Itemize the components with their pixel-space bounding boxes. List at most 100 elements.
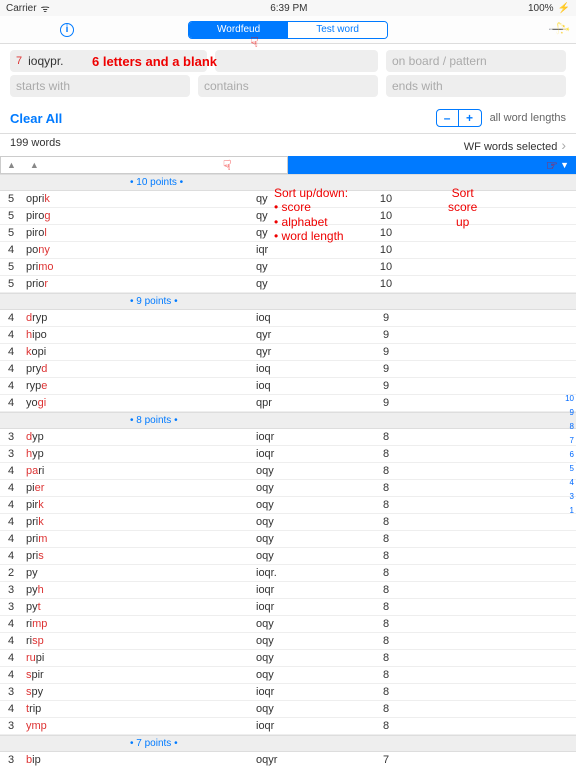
- result-row[interactable]: 3hypioqr8: [0, 446, 576, 463]
- length-stepper[interactable]: – +: [436, 109, 482, 127]
- result-row[interactable]: 3pyhioqr8: [0, 582, 576, 599]
- row-score: 8: [326, 584, 446, 596]
- row-remaining: oqy: [256, 465, 326, 477]
- result-row[interactable]: 4prydioq9: [0, 361, 576, 378]
- row-length: 3: [0, 601, 22, 613]
- row-remaining: ioq: [256, 380, 326, 392]
- tiles-annotation: 6 letters and a blank: [92, 54, 217, 69]
- row-score: 9: [326, 397, 446, 409]
- contains-spacer: [215, 50, 378, 72]
- row-length: 4: [0, 346, 22, 358]
- result-row[interactable]: 4pirkoqy8: [0, 497, 576, 514]
- row-score: 9: [326, 329, 446, 341]
- row-score: 9: [326, 312, 446, 324]
- result-row[interactable]: 2pyioqr.8: [0, 565, 576, 582]
- sort-left[interactable]: ☟: [0, 156, 288, 174]
- row-word: yogi: [22, 397, 256, 409]
- row-score: 9: [326, 346, 446, 358]
- row-word: oprik: [22, 193, 256, 205]
- sort-score-down-icon[interactable]: [560, 160, 569, 170]
- sort-length-up-icon[interactable]: [30, 160, 39, 170]
- results-list: • 10 points •5oprikqy105pirogqy105pirolq…: [0, 174, 576, 768]
- row-word: pris: [22, 550, 256, 562]
- index-tick[interactable]: 9: [565, 408, 574, 417]
- contains-input[interactable]: contains: [198, 75, 378, 97]
- tiles-input[interactable]: 7 ioqypr. 6 letters and a blank: [10, 50, 207, 72]
- row-word: primo: [22, 261, 256, 273]
- result-row[interactable]: 4spiroqy8: [0, 667, 576, 684]
- result-row[interactable]: 4ponyiqr10: [0, 242, 576, 259]
- row-remaining: oqy: [256, 703, 326, 715]
- result-row[interactable]: 4prikoqy8: [0, 514, 576, 531]
- settings-wand-icon[interactable]: 🪄: [547, 17, 571, 41]
- tab-wordfeud[interactable]: Wordfeud: [189, 22, 288, 38]
- row-remaining: oqy: [256, 533, 326, 545]
- charge-icon: ⚡: [558, 3, 570, 14]
- result-row[interactable]: 3bipoqyr7: [0, 752, 576, 768]
- row-remaining: oqyr: [256, 754, 326, 766]
- result-row[interactable]: 4rispoqy8: [0, 633, 576, 650]
- index-tick[interactable]: 1: [565, 506, 574, 515]
- carrier-label: Carrier: [6, 3, 37, 14]
- row-remaining: qy: [256, 261, 326, 273]
- row-score: 8: [326, 567, 446, 579]
- clear-all-button[interactable]: Clear All: [10, 111, 62, 126]
- section-header: • 8 points •: [0, 412, 576, 429]
- side-index[interactable]: 10 9 8 7 6 5 4 3 1: [565, 394, 574, 515]
- status-bar: Carrier ᯤ 6:39 PM 100% ⚡: [0, 0, 576, 16]
- stepper-plus[interactable]: +: [459, 110, 481, 126]
- index-tick[interactable]: 6: [565, 450, 574, 459]
- result-row[interactable]: 4yogiqpr9: [0, 395, 576, 412]
- index-tick[interactable]: 7: [565, 436, 574, 445]
- tab-test-word[interactable]: Test word: [288, 22, 387, 38]
- result-row[interactable]: 5primoqy10: [0, 259, 576, 276]
- board-pattern-input[interactable]: on board / pattern: [386, 50, 566, 72]
- info-icon[interactable]: i: [60, 23, 74, 37]
- result-row[interactable]: 4hipoqyr9: [0, 327, 576, 344]
- index-tick[interactable]: 5: [565, 464, 574, 473]
- pointer-hand-icon: ☟: [223, 157, 232, 174]
- result-row[interactable]: 4rupioqy8: [0, 650, 576, 667]
- index-tick[interactable]: 8: [565, 422, 574, 431]
- sort-right[interactable]: ☟: [288, 156, 576, 174]
- row-length: 3: [0, 720, 22, 732]
- row-remaining: ioqr: [256, 584, 326, 596]
- row-remaining: oqy: [256, 669, 326, 681]
- index-tick[interactable]: 3: [565, 492, 574, 501]
- result-row[interactable]: 4kopiqyr9: [0, 344, 576, 361]
- starts-with-input[interactable]: starts with: [10, 75, 190, 97]
- row-score: 10: [326, 261, 446, 273]
- count-bar: 199 words WF words selected: [0, 133, 576, 156]
- dictionary-selector[interactable]: WF words selected: [464, 137, 566, 153]
- row-word: dryp: [22, 312, 256, 324]
- index-tick[interactable]: 4: [565, 478, 574, 487]
- result-row[interactable]: 4pieroqy8: [0, 480, 576, 497]
- row-length: 5: [0, 278, 22, 290]
- result-row[interactable]: 4rimpoqy8: [0, 616, 576, 633]
- result-row[interactable]: 3dypioqr8: [0, 429, 576, 446]
- result-row[interactable]: 4parioqy8: [0, 463, 576, 480]
- index-tick[interactable]: 10: [565, 394, 574, 403]
- result-row[interactable]: 4drypioq9: [0, 310, 576, 327]
- row-length: 5: [0, 227, 22, 239]
- sort-explanation: Sort up/down: • score • alphabet • word …: [274, 186, 348, 244]
- result-row[interactable]: 5priorqy10: [0, 276, 576, 293]
- mode-segmented-control[interactable]: Wordfeud Test word: [188, 21, 388, 39]
- pointer-hand-icon: ☟: [543, 161, 560, 170]
- result-row[interactable]: 4primoqy8: [0, 531, 576, 548]
- row-word: pier: [22, 482, 256, 494]
- row-word: rimp: [22, 618, 256, 630]
- result-row[interactable]: 4tripoqy8: [0, 701, 576, 718]
- result-row[interactable]: 3spyioqr8: [0, 684, 576, 701]
- ends-with-input[interactable]: ends with: [386, 75, 566, 97]
- row-remaining: oqy: [256, 516, 326, 528]
- row-score: 8: [326, 652, 446, 664]
- row-word: hipo: [22, 329, 256, 341]
- status-time: 6:39 PM: [270, 3, 307, 14]
- result-row[interactable]: 4rypeioq9: [0, 378, 576, 395]
- result-row[interactable]: 4prisoqy8: [0, 548, 576, 565]
- sort-alpha-up-icon[interactable]: [7, 160, 16, 170]
- result-row[interactable]: 3pytioqr8: [0, 599, 576, 616]
- result-row[interactable]: 3ympioqr8: [0, 718, 576, 735]
- stepper-minus[interactable]: –: [437, 110, 459, 126]
